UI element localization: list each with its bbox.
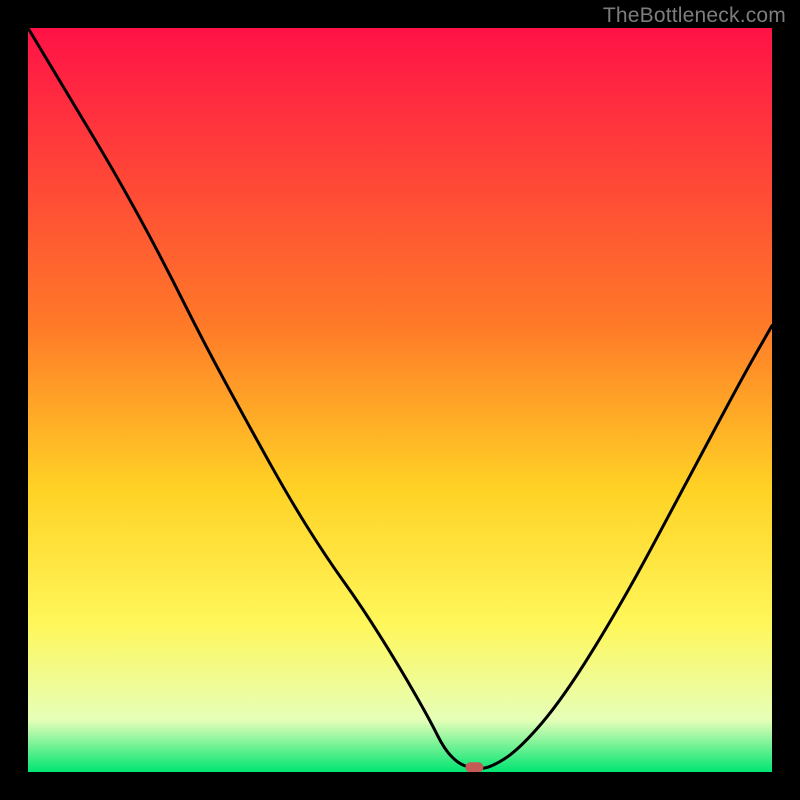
bottleneck-chart (28, 28, 772, 772)
optimal-point-marker (465, 762, 483, 772)
chart-frame: TheBottleneck.com (0, 0, 800, 800)
watermark-text: TheBottleneck.com (603, 4, 786, 28)
plot-area (28, 28, 772, 772)
gradient-background (28, 28, 772, 772)
